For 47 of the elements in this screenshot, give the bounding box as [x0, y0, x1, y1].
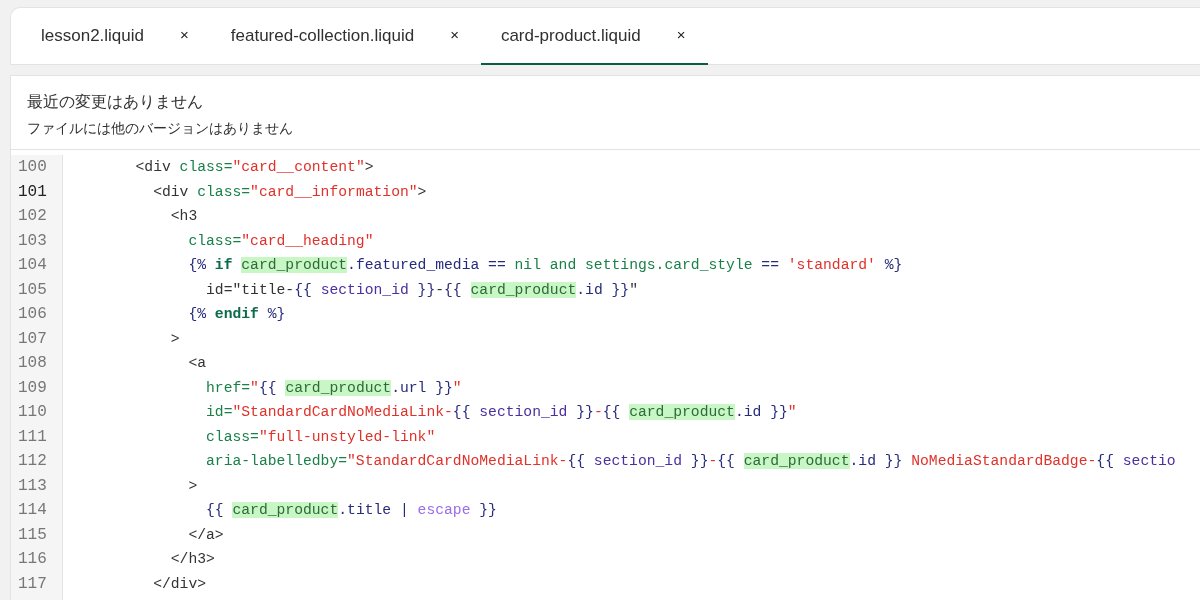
- tab-label[interactable]: featured-collection.liquid: [230, 22, 415, 49]
- history-title: 最近の変更はありません: [27, 91, 204, 113]
- code-line: <a: [187, 354, 208, 373]
- tab-label[interactable]: card-product.liquid: [500, 22, 641, 49]
- line-number: 115: [17, 524, 48, 546]
- code-line: >: [187, 476, 199, 496]
- line-number: 101: [17, 181, 48, 203]
- line-number: 117: [17, 573, 48, 595]
- line-number: 107: [17, 328, 48, 350]
- code-line: class="card__heading": [187, 231, 375, 251]
- code-line: {{ card_product.title | escape }}: [205, 501, 498, 520]
- line-number: 103: [17, 230, 48, 252]
- code-line: <div class="card__content">: [134, 158, 375, 177]
- close-tab-button[interactable]: ×: [674, 24, 688, 47]
- code-line: <h3: [169, 207, 199, 226]
- file-tab[interactable]: card-product.liquid ×: [480, 8, 708, 65]
- code-line: </a>: [187, 525, 225, 545]
- line-number: 102: [17, 206, 48, 227]
- close-tab-button[interactable]: ×: [178, 24, 191, 47]
- line-number: 113: [17, 475, 48, 497]
- line-number: 108: [17, 353, 48, 374]
- line-number: 100: [17, 157, 48, 178]
- tab-label[interactable]: lesson2.liquid: [41, 22, 144, 49]
- code-line: id="title-{{ section_id }}-{{ card_product.id }}": [205, 280, 639, 300]
- code-line: >: [169, 329, 181, 349]
- history-subtitle: ファイルには他のバージョンはありません: [27, 119, 294, 138]
- line-number: 106: [17, 304, 48, 325]
- code-line: {% if card_product.featured_media == nil and settings.card_style == 'standard' %}: [187, 256, 904, 275]
- line-number: 116: [17, 549, 48, 570]
- line-number: 111: [17, 426, 48, 448]
- file-tab[interactable]: lesson2.liquid ×: [21, 8, 211, 65]
- line-number: 104: [17, 255, 48, 276]
- code-line: id="StandardCardNoMediaLink-{{ section_id }}-{{ card_product.id }}": [205, 403, 798, 422]
- code-line: </h3>: [169, 550, 216, 569]
- file-tab[interactable]: featured-collection.liquid ×: [210, 8, 481, 65]
- code-line: aria-labelledby="StandardCardNoMediaLink-{{ section_id }}-{{ card_product.id }} NoMediaStandardBadge-{{ sectio: [205, 452, 1177, 471]
- code-line: class="full-unstyled-link": [205, 427, 437, 447]
- code-line: href="{{ card_product.url }}": [205, 378, 463, 398]
- line-number: 109: [17, 377, 48, 399]
- line-number: 110: [17, 402, 48, 423]
- line-number: 105: [17, 279, 48, 301]
- code-line: <div class="card__information">: [152, 182, 428, 202]
- code-line: {% endif %}: [187, 305, 287, 324]
- line-number: 114: [17, 500, 48, 521]
- code-line: </div>: [152, 574, 208, 594]
- line-number: 112: [17, 451, 48, 472]
- close-tab-button[interactable]: ×: [448, 24, 461, 47]
